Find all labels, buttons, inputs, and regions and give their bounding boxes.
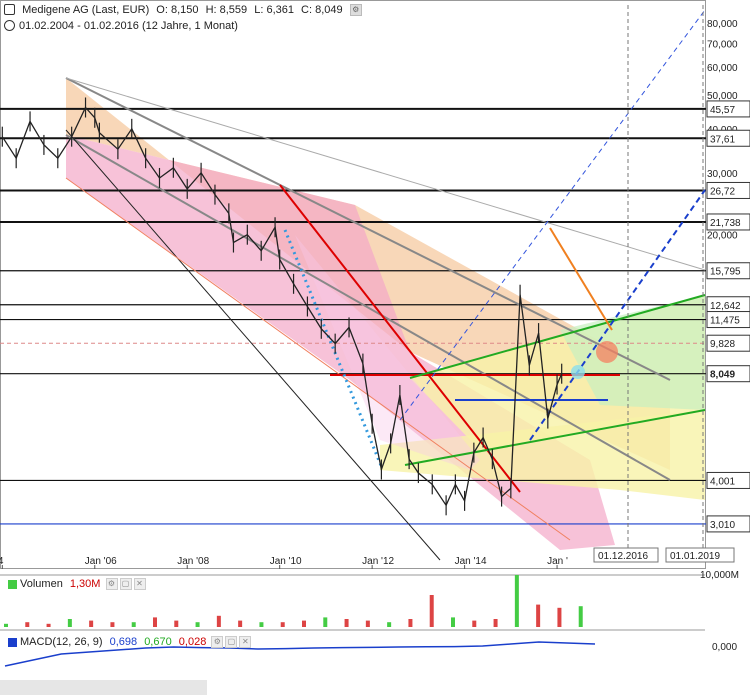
volume-bar xyxy=(302,620,306,627)
volume-axis-label: 10,000M xyxy=(700,570,739,581)
volume-bar xyxy=(514,575,519,627)
macd-value: 0,698 xyxy=(109,636,138,648)
period-text: 01.02.2004 - 01.02.2016 (12 Jahre, 1 Mon… xyxy=(19,20,238,32)
volume-bar xyxy=(216,615,221,627)
volume-bar xyxy=(4,623,8,627)
volume-label: Volumen 1,30M ⚙ ▢ ✕ xyxy=(8,578,146,591)
level-label: 26,72 xyxy=(710,186,735,197)
chart-root: 80,00070,00060,00050,00040,00030,00020,0… xyxy=(0,0,750,695)
y-tick-label: 60,000 xyxy=(707,63,738,74)
volume-bar xyxy=(195,622,200,627)
chart-header: Medigene AG (Last, EUR) O: 8,150 H: 8,55… xyxy=(4,3,366,17)
period-row: 01.02.2004 - 01.02.2016 (12 Jahre, 1 Mon… xyxy=(4,19,242,32)
date-marker-label: 01.12.2016 xyxy=(598,551,648,562)
y-tick-label: 30,000 xyxy=(707,169,738,180)
volume-bar xyxy=(451,617,455,627)
close-value: C: 8,049 xyxy=(301,4,343,16)
scale-icon[interactable] xyxy=(4,3,15,15)
level-label: 15,795 xyxy=(710,267,741,278)
volume-bar xyxy=(323,617,328,627)
volume-value: 1,30M xyxy=(69,578,101,590)
date-marker-label: 01.01.2019 xyxy=(670,551,720,562)
x-tick-label: 04 xyxy=(0,556,4,567)
macd-signal: 0,670 xyxy=(144,636,172,648)
macd-color-icon xyxy=(8,637,17,647)
open-value: O: 8,150 xyxy=(156,4,199,16)
orange-short-line[interactable] xyxy=(549,227,613,331)
macd-axis-label: 0,000 xyxy=(712,642,738,653)
volume-bar xyxy=(493,619,498,627)
volume-bar xyxy=(578,606,583,627)
volume-bar xyxy=(46,623,51,627)
macd-label: MACD(12, 26, 9) 0,698 0,670 0,028 ⚙ ▢ ✕ xyxy=(8,636,252,649)
level-label: 45,57 xyxy=(710,105,735,116)
target-circle xyxy=(596,341,618,363)
instrument-name: Medigene AG (Last, EUR) xyxy=(22,4,150,16)
x-tick-label: Jan '06 xyxy=(85,556,117,567)
volume-color-icon xyxy=(8,579,17,589)
macd-close-icon[interactable]: ✕ xyxy=(239,636,252,649)
panel-maximize-icon[interactable]: ▢ xyxy=(119,578,132,591)
volume-name: Volumen xyxy=(20,578,63,590)
volume-bar xyxy=(89,620,94,627)
macd-histogram: 0,028 xyxy=(178,636,207,648)
high-value: H: 8,559 xyxy=(205,4,248,16)
volume-bar xyxy=(174,620,179,627)
macd-settings-icon[interactable]: ⚙ xyxy=(211,636,224,649)
volume-bar xyxy=(344,619,349,627)
level-label: 4,001 xyxy=(710,476,735,487)
volume-bar xyxy=(131,622,136,627)
x-tick-label: Jan ' xyxy=(547,556,568,567)
horizontal-scrollbar[interactable] xyxy=(0,680,207,695)
settings-icon[interactable]: ⚙ xyxy=(349,4,362,17)
clock-icon[interactable] xyxy=(4,19,15,31)
x-tick-label: Jan '14 xyxy=(455,556,487,567)
volume-bar xyxy=(280,622,285,627)
volume-bar xyxy=(365,620,370,627)
level-label: 11,475 xyxy=(710,316,740,327)
volume-bar xyxy=(429,595,434,627)
y-tick-label: 70,000 xyxy=(707,39,738,50)
x-tick-label: Jan '08 xyxy=(177,556,209,567)
volume-bar xyxy=(238,620,243,627)
y-tick-label: 20,000 xyxy=(707,231,738,242)
x-tick-label: Jan '12 xyxy=(362,556,394,567)
volume-bar xyxy=(472,620,477,627)
volume-bar xyxy=(536,604,541,627)
low-value: L: 6,361 xyxy=(254,4,294,16)
macd-name: MACD(12, 26, 9) xyxy=(20,636,103,648)
volume-bar xyxy=(67,619,72,627)
volume-bar xyxy=(408,619,413,627)
panel-close-icon[interactable]: ✕ xyxy=(133,578,146,591)
y-tick-label: 50,000 xyxy=(707,91,738,102)
x-tick-label: Jan '10 xyxy=(270,556,302,567)
volume-bar xyxy=(110,622,115,627)
volume-bar xyxy=(387,622,392,627)
volume-bar xyxy=(557,607,562,627)
volume-bar xyxy=(153,617,157,627)
y-tick-label: 80,000 xyxy=(707,19,738,30)
volume-bar xyxy=(259,622,264,627)
panel-settings-icon[interactable]: ⚙ xyxy=(105,578,118,591)
price-chart[interactable]: 80,00070,00060,00050,00040,00030,00020,0… xyxy=(0,0,750,695)
level-label: 37,61 xyxy=(710,134,735,145)
middle-channel-line[interactable] xyxy=(65,134,671,481)
level-label: 12,642 xyxy=(710,301,741,312)
level-label: 9,828 xyxy=(710,339,735,350)
level-label: 3,010 xyxy=(710,520,735,531)
level-label: 8,049 xyxy=(710,370,735,381)
macd-maximize-icon[interactable]: ▢ xyxy=(225,636,238,649)
support-circle xyxy=(571,365,585,379)
volume-bar xyxy=(25,622,30,627)
level-label: 21,738 xyxy=(710,218,741,229)
